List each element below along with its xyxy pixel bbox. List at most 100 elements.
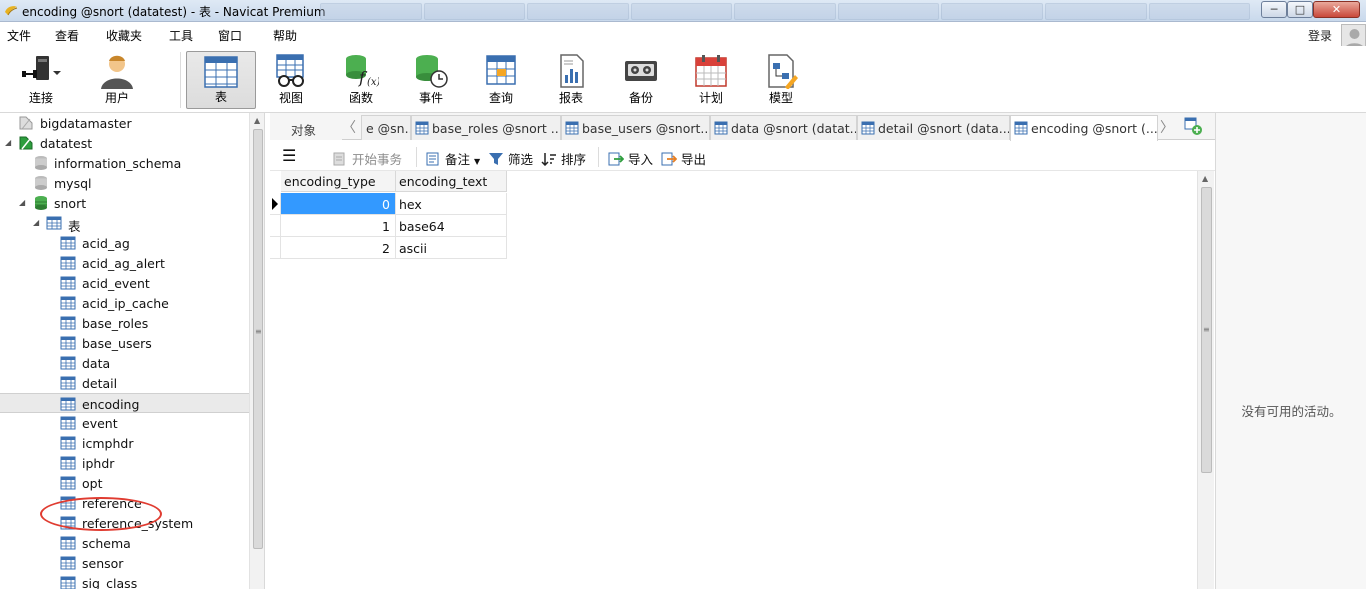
tree-table-item[interactable]: base_users	[0, 333, 250, 353]
sidebar-scrollbar[interactable]: ▲ ≡	[249, 113, 264, 589]
tree-label: datatest	[40, 136, 93, 151]
tree-label: acid_ag	[82, 236, 130, 251]
grid-cell-encoding-type[interactable]: 0	[281, 193, 396, 215]
event-button[interactable]: 事件	[396, 51, 466, 109]
row-marker[interactable]	[270, 193, 281, 215]
query-button[interactable]: 查询	[466, 51, 536, 109]
tree-table-item[interactable]: acid_event	[0, 273, 250, 293]
function-button[interactable]: f (x) 函数	[326, 51, 396, 109]
tree-table-item[interactable]: sensor	[0, 553, 250, 573]
tree-table-item[interactable]: acid_ag_alert	[0, 253, 250, 273]
memo-button[interactable]: 备注 ▼	[425, 149, 480, 168]
column-header-encoding-text[interactable]: encoding_text	[396, 171, 507, 192]
tree-folder-tables[interactable]: ◢ 表	[0, 213, 250, 234]
tree-table-item[interactable]: reference_system	[0, 513, 250, 533]
tab-item[interactable]: base_users @snort...	[561, 115, 710, 140]
tree-table-item[interactable]: encoding	[0, 393, 250, 413]
model-button[interactable]: 模型	[746, 51, 816, 109]
row-marker[interactable]	[270, 215, 281, 237]
tree-connection-datatest[interactable]: ◢ datatest	[0, 133, 250, 153]
tree-label: encoding	[82, 397, 140, 412]
grid-scrollbar[interactable]: ▲ ≡	[1197, 171, 1214, 589]
collapse-arrow-icon[interactable]: ◢	[19, 198, 25, 207]
tab-item[interactable]: data @snort (datat...	[710, 115, 857, 140]
tree-table-item[interactable]: iphdr	[0, 453, 250, 473]
menu-favorites[interactable]: 收藏夹	[106, 27, 142, 44]
import-button[interactable]: 导入	[608, 149, 653, 168]
column-header-encoding-type[interactable]: encoding_type	[281, 171, 396, 192]
tree-database-information-schema[interactable]: information_schema	[0, 153, 250, 173]
minimize-button[interactable]: ─	[1261, 1, 1287, 18]
maximize-button[interactable]: □	[1287, 1, 1313, 18]
export-button[interactable]: 导出	[661, 149, 706, 168]
row-marker[interactable]	[270, 237, 281, 259]
window-title: encoding @snort (datatest) - 表 - Navicat…	[22, 5, 326, 19]
collapse-arrow-icon[interactable]: ◢	[33, 218, 39, 227]
tab-scroll-right-icon[interactable]: 〉	[1160, 117, 1176, 137]
tree-table-item[interactable]: base_roles	[0, 313, 250, 333]
tree-label: data	[82, 356, 111, 371]
tree-table-item[interactable]: data	[0, 353, 250, 373]
menu-help[interactable]: 帮助	[273, 27, 297, 44]
tree-table-item[interactable]: acid_ag	[0, 233, 250, 253]
tree-database-snort[interactable]: ◢ snort	[0, 193, 250, 213]
grid-cell-encoding-type[interactable]: 1	[281, 215, 396, 237]
tree-table-item[interactable]: opt	[0, 473, 250, 493]
tab-bar: 对象 e @sn... base_roles @snort ... base_use…	[270, 113, 1215, 141]
tab-objects[interactable]: 对象	[270, 115, 342, 140]
grid-cell-encoding-text[interactable]: base64	[396, 215, 507, 237]
begin-transaction-button[interactable]: 开始事务	[332, 149, 402, 168]
tree-label: icmphdr	[82, 436, 134, 451]
view-button[interactable]: 视图	[256, 51, 326, 109]
tab-item[interactable]: base_roles @snort ...	[411, 115, 561, 140]
scroll-up-icon[interactable]: ▲	[1202, 174, 1208, 183]
tree-label: detail	[82, 376, 118, 391]
tree-table-item[interactable]: sig_class	[0, 573, 250, 589]
grid-cell-encoding-text[interactable]: hex	[396, 193, 507, 215]
tree-table-item[interactable]: icmphdr	[0, 433, 250, 453]
scroll-up-icon[interactable]: ▲	[254, 116, 260, 125]
schedule-label: 计划	[698, 91, 723, 105]
report-button[interactable]: 报表	[536, 51, 606, 109]
taskbar-ghost	[320, 0, 1251, 22]
tab-item[interactable]: encoding @snort (...	[1010, 115, 1158, 141]
new-tab-icon[interactable]	[1182, 115, 1204, 137]
sort-button[interactable]: 排序	[541, 149, 586, 168]
table-icon	[60, 416, 76, 430]
table-icon	[60, 397, 76, 411]
tree-database-mysql[interactable]: mysql	[0, 173, 250, 193]
close-button[interactable]: ✕	[1313, 1, 1360, 18]
connection-button[interactable]: 连接	[6, 51, 76, 109]
object-toolbar: ☰ 开始事务 备注 ▼ 筛选 排序 导入 导出	[270, 141, 1215, 171]
tree-table-item[interactable]: event	[0, 413, 250, 433]
tree-table-item[interactable]: reference	[0, 493, 250, 513]
user-button[interactable]: 用户	[82, 51, 152, 109]
menu-tools[interactable]: 工具	[169, 27, 193, 44]
tree-connection-bigdatamaster[interactable]: bigdatamaster	[0, 113, 250, 133]
table-icon	[60, 456, 76, 470]
table-icon	[60, 476, 76, 490]
backup-button[interactable]: 备份	[606, 51, 676, 109]
dropdown-arrow-icon[interactable]: ▼	[474, 157, 480, 166]
table-button[interactable]: 表	[186, 51, 256, 109]
tree-table-item[interactable]: schema	[0, 533, 250, 553]
grid-cell-encoding-type[interactable]: 2	[281, 237, 396, 259]
collapse-arrow-icon[interactable]: ◢	[5, 138, 11, 147]
login-link[interactable]: 登录	[1308, 27, 1332, 44]
grid-cell-encoding-text[interactable]: ascii	[396, 237, 507, 259]
scroll-thumb[interactable]	[253, 129, 263, 549]
menu-hamburger-icon[interactable]: ☰	[282, 146, 296, 165]
tab-scroll-left-icon[interactable]: 〈	[342, 117, 358, 137]
tree-table-item[interactable]: acid_ip_cache	[0, 293, 250, 313]
menu-window[interactable]: 窗口	[218, 27, 242, 44]
table-icon	[1014, 121, 1028, 135]
menu-view[interactable]: 查看	[55, 27, 79, 44]
tree-table-item[interactable]: detail	[0, 373, 250, 393]
tab-item[interactable]: e @sn...	[361, 115, 411, 140]
table-icon	[60, 556, 76, 570]
schedule-button[interactable]: 计划	[676, 51, 746, 109]
tab-item[interactable]: detail @snort (data...	[857, 115, 1010, 140]
menu-file[interactable]: 文件	[7, 27, 31, 44]
filter-button[interactable]: 筛选	[488, 149, 533, 168]
tree-label: acid_event	[82, 276, 150, 291]
